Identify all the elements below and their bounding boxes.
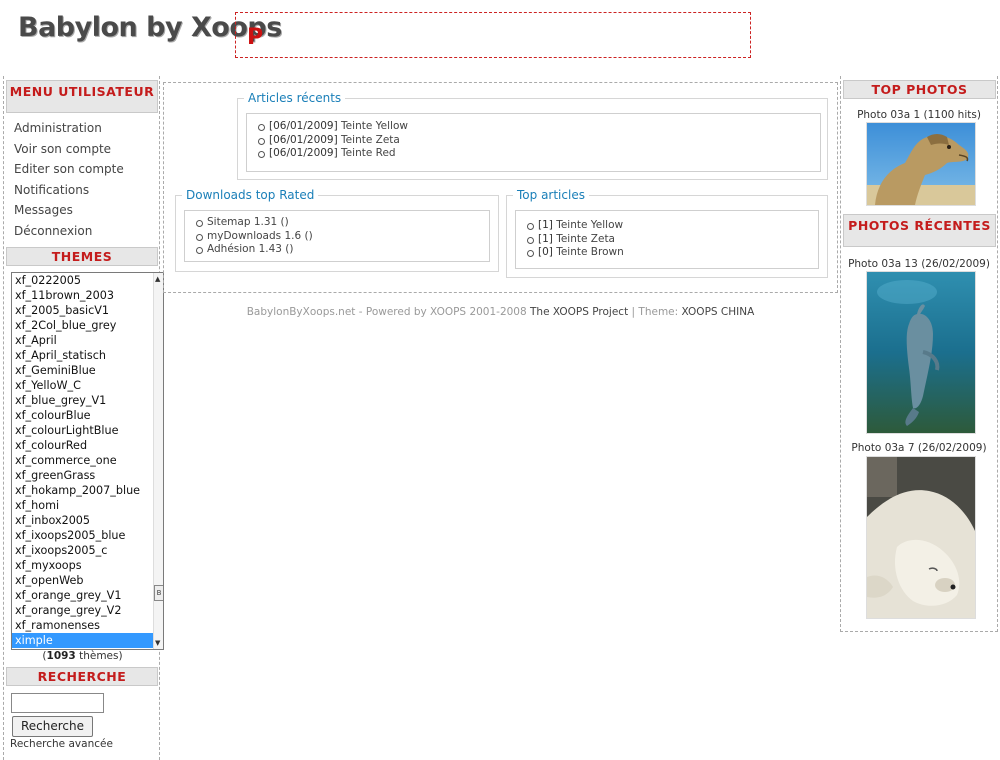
banner-ad[interactable]: P: [235, 12, 751, 58]
recent-photo-caption[interactable]: Photo 03a 13 (26/02/2009): [841, 258, 997, 270]
recent-article-item[interactable]: [06/01/2009] Teinte Red: [255, 147, 408, 161]
search-button[interactable]: Recherche: [12, 716, 93, 737]
theme-option[interactable]: xf_colourBlue: [12, 408, 153, 423]
recent-articles-title: Articles récents: [244, 91, 346, 105]
downloads-title: Downloads top Rated: [182, 188, 319, 202]
themes-listbox[interactable]: xf_0222005 xf_11brown_2003 xf_2005_basicV1…: [11, 272, 164, 650]
top-articles-block: Top articles [1] Teinte Yellow [1] Teint…: [506, 188, 828, 278]
scroll-up-arrow-icon[interactable]: ▲: [155, 275, 160, 283]
user-menu-title: Menu Utilisateur: [6, 80, 158, 113]
theme-option[interactable]: xf_11brown_2003: [12, 288, 153, 303]
theme-option[interactable]: xf_orange_grey_V1: [12, 588, 153, 603]
menu-item-notifications[interactable]: Notifications: [14, 182, 124, 203]
theme-option[interactable]: xf_homi: [12, 498, 153, 513]
theme-option[interactable]: xf_myxoops: [12, 558, 153, 573]
theme-option[interactable]: xf_0222005: [12, 273, 153, 288]
dolphin-photo[interactable]: [866, 271, 976, 434]
search-input[interactable]: [11, 693, 104, 713]
polar-bear-photo[interactable]: [866, 456, 976, 619]
recent-article-item[interactable]: [06/01/2009] Teinte Zeta: [255, 134, 408, 148]
camel-photo[interactable]: [866, 122, 976, 206]
themes-options: xf_0222005 xf_11brown_2003 xf_2005_basicV1…: [12, 273, 153, 648]
theme-option[interactable]: xf_inbox2005: [12, 513, 153, 528]
theme-option[interactable]: xf_2Col_blue_grey: [12, 318, 153, 333]
downloads-block: Downloads top Rated Sitemap 1.31 () myDo…: [175, 188, 499, 272]
recent-photos-title: Photos récentes: [843, 214, 996, 247]
theme-option[interactable]: ximple: [12, 633, 153, 648]
theme-option[interactable]: xf_YelloW_C: [12, 378, 153, 393]
scrollbar-thumb[interactable]: B: [154, 585, 163, 601]
top-articles-title: Top articles: [513, 188, 589, 202]
theme-option[interactable]: xf_colourLightBlue: [12, 423, 153, 438]
download-item[interactable]: Sitemap 1.31 (): [193, 216, 313, 230]
banner-letter: P: [247, 25, 264, 50]
center-content: Articles récents [06/01/2009] Teinte Yel…: [163, 82, 838, 293]
theme-option[interactable]: xf_April: [12, 333, 153, 348]
search-title: Recherche: [6, 667, 158, 686]
top-articles-box: [1] Teinte Yellow [1] Teinte Zeta [0] Te…: [515, 210, 819, 269]
themes-title: Themes: [6, 247, 158, 266]
themes-count: (1093 thèmes): [42, 650, 123, 662]
recent-articles-box: [06/01/2009] Teinte Yellow [06/01/2009] …: [246, 113, 821, 172]
menu-item-view-account[interactable]: Voir son compte: [14, 141, 124, 162]
top-photos-title: Top Photos: [843, 80, 996, 99]
themes-count-number: 1093: [46, 650, 76, 662]
menu-item-edit-account[interactable]: Editer son compte: [14, 161, 124, 182]
recent-articles-list: [06/01/2009] Teinte Yellow [06/01/2009] …: [255, 120, 408, 161]
theme-option[interactable]: xf_orange_grey_V2: [12, 603, 153, 618]
theme-option[interactable]: xf_GeminiBlue: [12, 363, 153, 378]
theme-option[interactable]: xf_blue_grey_V1: [12, 393, 153, 408]
top-article-item[interactable]: [1] Teinte Yellow: [524, 219, 624, 233]
right-sidebar: Top Photos Photo 03a 1 (1100 hits) Photo…: [840, 76, 998, 632]
download-item[interactable]: Adhésion 1.43 (): [193, 243, 313, 257]
theme-option[interactable]: xf_ixoops2005_blue: [12, 528, 153, 543]
downloads-list: Sitemap 1.31 () myDownloads 1.6 () Adhés…: [193, 216, 313, 257]
user-menu-list: Administration Voir son compte Editer so…: [14, 120, 124, 243]
recent-articles-block: Articles récents [06/01/2009] Teinte Yel…: [237, 91, 828, 180]
theme-option[interactable]: xf_colourRed: [12, 438, 153, 453]
menu-item-logout[interactable]: Déconnexion: [14, 223, 124, 244]
left-sidebar: Menu Utilisateur Administration Voir son…: [3, 76, 164, 760]
recent-article-item[interactable]: [06/01/2009] Teinte Yellow: [255, 120, 408, 134]
top-articles-list: [1] Teinte Yellow [1] Teinte Zeta [0] Te…: [524, 219, 624, 260]
advanced-search-link[interactable]: Recherche avancée: [10, 738, 113, 750]
xoops-china-link[interactable]: XOOPS CHINA: [682, 306, 755, 318]
menu-item-administration[interactable]: Administration: [14, 120, 124, 141]
page-footer: BabylonByXoops.net - Powered by XOOPS 20…: [246, 306, 755, 318]
top-article-item[interactable]: [1] Teinte Zeta: [524, 233, 624, 247]
theme-option[interactable]: xf_openWeb: [12, 573, 153, 588]
theme-option[interactable]: xf_April_statisch: [12, 348, 153, 363]
theme-option[interactable]: xf_greenGrass: [12, 468, 153, 483]
download-item[interactable]: myDownloads 1.6 (): [193, 230, 313, 244]
theme-option[interactable]: xf_hokamp_2007_blue: [12, 483, 153, 498]
top-article-item[interactable]: [0] Teinte Brown: [524, 246, 624, 260]
recent-photo-caption[interactable]: Photo 03a 7 (26/02/2009): [841, 442, 997, 454]
top-photo-caption[interactable]: Photo 03a 1 (1100 hits): [841, 109, 997, 121]
downloads-box: Sitemap 1.31 () myDownloads 1.6 () Adhés…: [184, 210, 490, 262]
theme-option[interactable]: xf_2005_basicV1: [12, 303, 153, 318]
menu-item-messages[interactable]: Messages: [14, 202, 124, 223]
theme-option[interactable]: xf_ramonenses: [12, 618, 153, 633]
scroll-down-arrow-icon[interactable]: ▼: [155, 639, 160, 647]
xoops-project-link[interactable]: The XOOPS Project: [530, 306, 628, 318]
themes-scrollbar[interactable]: ▲ B ▼: [153, 273, 163, 649]
theme-option[interactable]: xf_commerce_one: [12, 453, 153, 468]
theme-option[interactable]: xf_ixoops2005_c: [12, 543, 153, 558]
